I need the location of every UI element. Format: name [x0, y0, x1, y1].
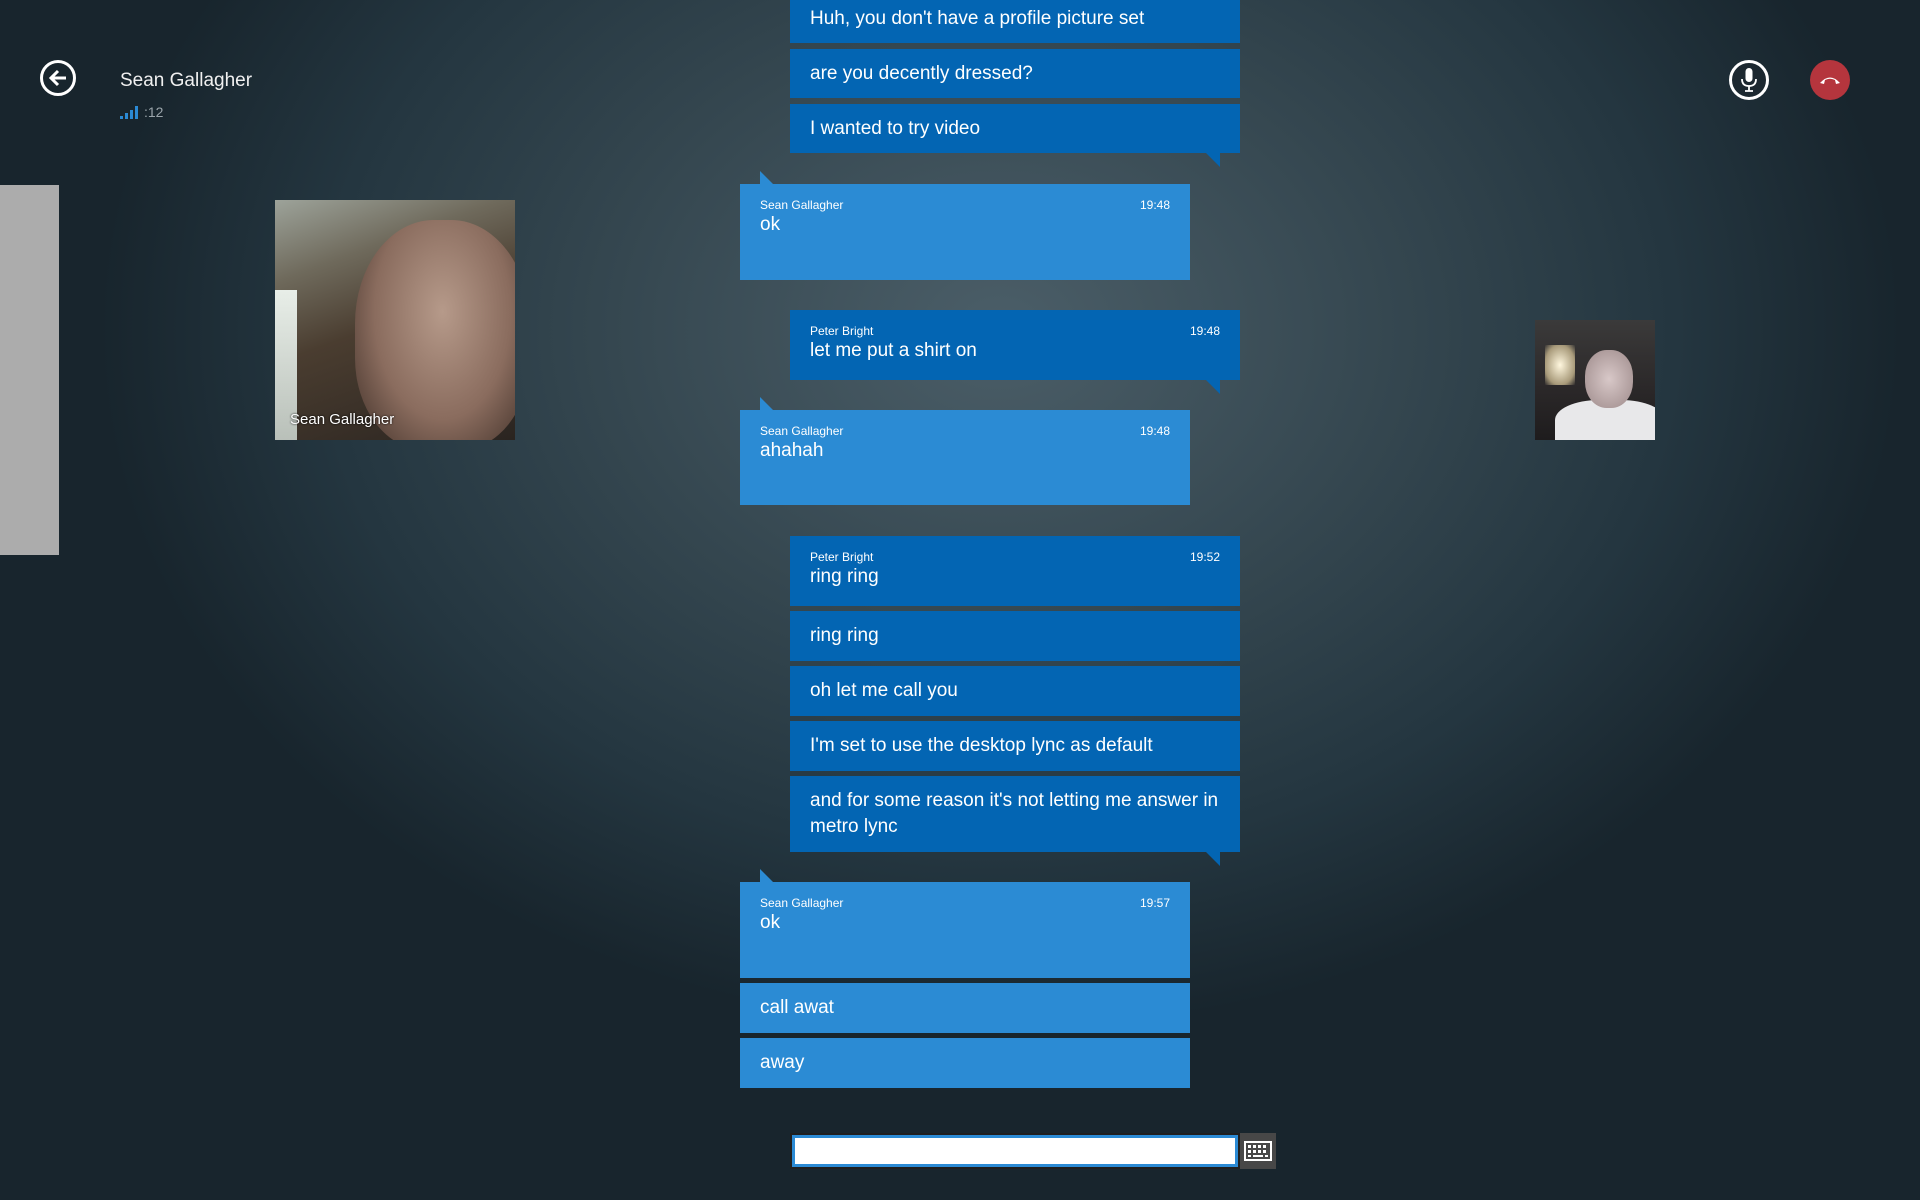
microphone-icon [1741, 68, 1757, 92]
bubble-tail [1206, 153, 1220, 167]
message-bubble: Sean Gallagher 19:48 ok [740, 184, 1190, 280]
message-bubble: Peter Bright 19:48 let me put a shirt on [790, 310, 1240, 380]
message-time: 19:52 [1189, 550, 1220, 564]
message-bubble: away [740, 1038, 1190, 1088]
side-panel-handle[interactable] [0, 185, 59, 555]
message-bubble: and for some reason it's not letting me … [790, 776, 1240, 852]
message-sender: Sean Gallagher [760, 198, 844, 212]
video-participant [355, 220, 515, 440]
message-text: I'm set to use the desktop lync as defau… [810, 735, 1153, 756]
message-text: Huh, you don't have a profile picture se… [810, 8, 1145, 29]
message-text: ring ring [810, 566, 879, 587]
message-text: let me put a shirt on [810, 340, 977, 361]
message-time: 19:48 [1189, 324, 1220, 338]
message-time: 19:57 [1139, 896, 1170, 910]
back-button[interactable] [40, 60, 76, 96]
remote-video-label: Sean Gallagher [290, 411, 395, 428]
message-bubble: I wanted to try video [790, 104, 1240, 153]
message-text: and for some reason it's not letting me … [810, 790, 1219, 837]
message-text: ok [760, 912, 781, 933]
message-sender: Peter Bright [810, 324, 874, 338]
message-sender: Sean Gallagher [760, 896, 844, 910]
message-text: call awat [760, 997, 834, 1018]
remote-video-feed: Sean Gallagher [275, 200, 515, 440]
self-video-preview [1535, 320, 1655, 440]
bubble-tail [760, 171, 774, 185]
end-call-button[interactable] [1810, 60, 1850, 100]
contact-name: Sean Gallagher [120, 70, 253, 91]
call-duration: :12 [144, 104, 164, 120]
bubble-tail [1206, 380, 1220, 394]
message-time: 19:48 [1139, 424, 1170, 438]
message-bubble: I'm set to use the desktop lync as defau… [790, 721, 1240, 771]
bubble-tail [1206, 852, 1220, 866]
message-time: 19:48 [1139, 198, 1170, 212]
back-arrow-icon [48, 69, 66, 87]
mute-microphone-button[interactable] [1729, 60, 1769, 100]
message-sender: Peter Bright [810, 550, 874, 564]
call-status: :12 [120, 104, 164, 120]
video-participant-face [1585, 350, 1633, 408]
message-text: I wanted to try video [810, 118, 981, 139]
message-bubble: call awat [740, 983, 1190, 1033]
message-bubble: are you decently dressed? [790, 49, 1240, 98]
message-input[interactable] [792, 1135, 1238, 1167]
message-bubble: oh let me call you [790, 666, 1240, 716]
keyboard-button[interactable] [1240, 1133, 1276, 1169]
message-text: are you decently dressed? [810, 63, 1033, 84]
message-bubble: Sean Gallagher 19:57 ok [740, 882, 1190, 978]
message-bubble: ring ring [790, 611, 1240, 661]
message-text: oh let me call you [810, 680, 958, 701]
message-compose-box[interactable] [790, 1133, 1240, 1169]
bubble-tail [760, 397, 774, 411]
message-bubble: Peter Bright 19:52 ring ring [790, 536, 1240, 606]
message-sender: Sean Gallagher [760, 424, 844, 438]
message-bubble: Sean Gallagher 19:48 ahahah [740, 410, 1190, 505]
message-text: ahahah [760, 440, 824, 461]
bubble-tail [760, 869, 774, 883]
message-bubble: Huh, you don't have a profile picture se… [790, 0, 1240, 43]
keyboard-icon [1244, 1141, 1272, 1161]
video-background [1545, 345, 1575, 385]
hang-up-icon [1820, 77, 1840, 84]
message-text: ring ring [810, 625, 879, 646]
message-text: away [760, 1052, 805, 1073]
signal-strength-icon [120, 106, 138, 119]
message-text: ok [760, 214, 781, 235]
